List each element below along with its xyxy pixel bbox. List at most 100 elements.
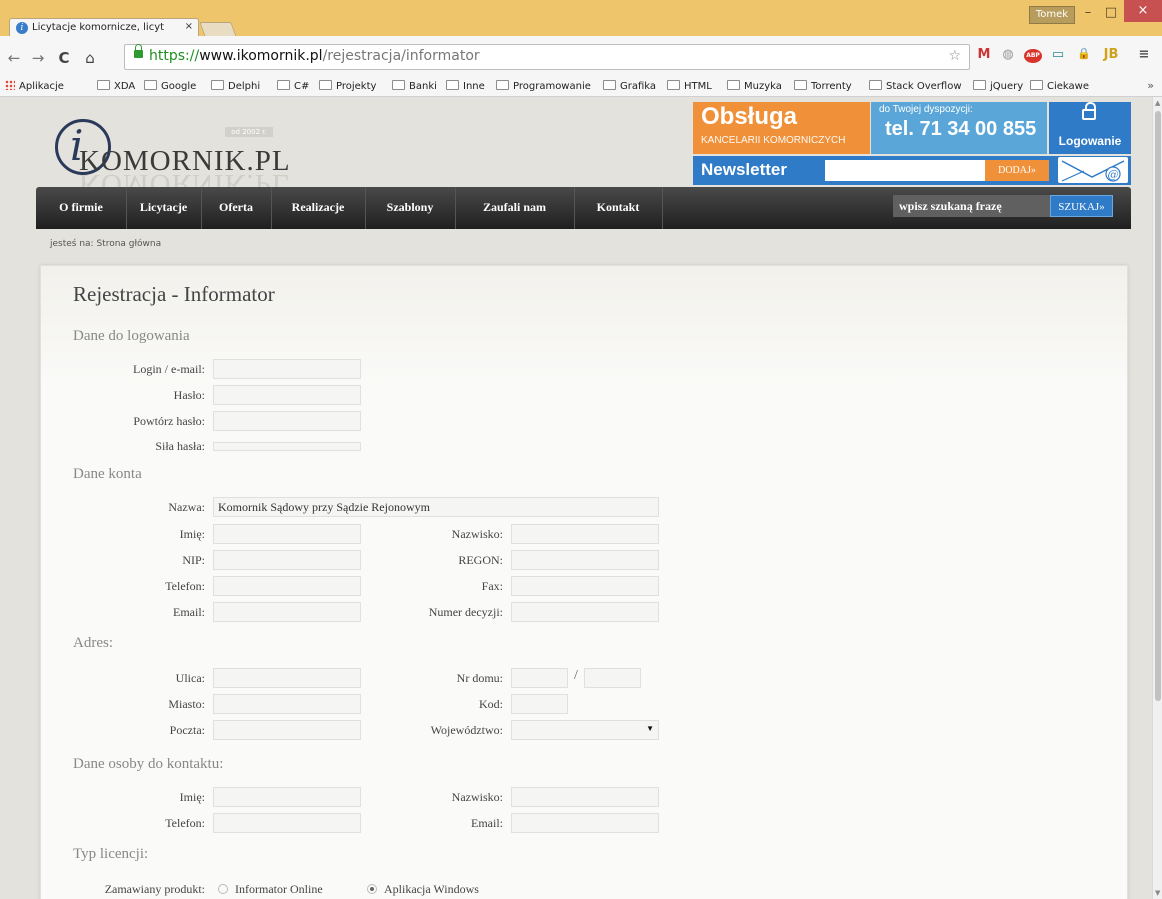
menu-item-licytacje[interactable]: Licytacje (126, 187, 202, 229)
newsletter-email-input[interactable] (825, 160, 985, 181)
menu-item-oferta[interactable]: Oferta (201, 187, 272, 229)
zip-code-input[interactable] (511, 694, 568, 714)
fax-input[interactable] (511, 576, 659, 596)
url-text: https://www.ikomornik.pl/rejestracja/inf… (149, 48, 480, 64)
address-bar[interactable]: https://www.ikomornik.pl/rejestracja/inf… (124, 44, 970, 70)
menu-item-szablony[interactable]: Szablony (365, 187, 456, 229)
search-input[interactable]: wpisz szukaną frazę (893, 195, 1061, 217)
bookmark-banki[interactable]: Banki (392, 80, 437, 92)
forward-icon[interactable]: → (30, 49, 46, 67)
nip-input[interactable] (213, 550, 361, 570)
secure-lock-icon (134, 44, 143, 58)
bookmark-jquery[interactable]: jQuery (973, 80, 1023, 92)
voivodeship-label: Województwo: (430, 723, 503, 737)
regon-input[interactable] (511, 550, 659, 570)
email-input[interactable] (213, 602, 361, 622)
decision-number-input[interactable] (511, 602, 659, 622)
phone-number: tel. 71 34 00 855 (885, 118, 1037, 140)
name-input[interactable]: Komornik Sądowy przy Sądzie Rejonowym (213, 497, 659, 517)
contact-email-input[interactable] (511, 813, 659, 833)
newsletter-add-button[interactable]: DODAJ» (985, 160, 1049, 181)
phone-input[interactable] (213, 576, 361, 596)
menu-item-kontakt[interactable]: Kontakt (574, 187, 663, 229)
section-login-data: Dane do logowania (73, 328, 190, 344)
obsluga-title: Obsługa (701, 103, 798, 130)
reload-icon[interactable]: C (56, 49, 72, 67)
browser-toolbar: ← → C ⌂ https://www.ikomornik.pl/rejestr… (0, 36, 1162, 76)
bookmark-programowanie[interactable]: Programowanie (496, 80, 591, 92)
house-number-input[interactable] (511, 668, 568, 688)
bookmark-muzyka[interactable]: Muzyka (727, 80, 782, 92)
password-repeat-input[interactable] (213, 411, 361, 431)
newsletter-bar: Newsletter DODAJ» @ (693, 156, 1131, 185)
profile-button[interactable]: Tomek (1029, 6, 1075, 24)
obsluga-banner[interactable]: Obsługa KANCELARII KOMORNICZYCH (693, 102, 870, 154)
apartment-number-input[interactable] (584, 668, 641, 688)
login-input[interactable] (213, 359, 361, 379)
scroll-down-icon[interactable]: ▼ (1155, 889, 1160, 897)
screen-extension-icon[interactable]: ▭ (1048, 47, 1068, 62)
product-option-online-label[interactable]: Informator Online (235, 882, 323, 897)
menu-item-zaufali-nam[interactable]: Zaufali nam (455, 187, 575, 229)
extension-icon[interactable]: ◍ (998, 47, 1018, 62)
adblock-extension-icon[interactable]: ABP (1024, 49, 1042, 63)
tab-close-icon[interactable]: × (185, 21, 193, 32)
scroll-up-icon[interactable]: ▲ (1155, 99, 1160, 107)
product-radio-online[interactable] (218, 884, 228, 894)
window-close-button[interactable]: × (1124, 0, 1162, 22)
folder-icon (392, 80, 405, 90)
bookmark-stackoverflow[interactable]: Stack Overflow (869, 80, 962, 92)
product-option-windows-label[interactable]: Aplikacja Windows (384, 882, 479, 897)
password-input[interactable] (213, 385, 361, 405)
city-input[interactable] (213, 694, 361, 714)
contact-first-name-input[interactable] (213, 787, 361, 807)
bookmark-projekty[interactable]: Projekty (319, 80, 376, 92)
house-separator: / (574, 668, 578, 683)
bookmark-torrenty[interactable]: Torrenty (794, 80, 852, 92)
bookmark-html[interactable]: HTML (667, 80, 712, 92)
email-label: Email: (173, 605, 205, 619)
vertical-scrollbar[interactable]: ▲ ▼ (1152, 97, 1162, 899)
nip-label: NIP: (182, 553, 205, 567)
menu-icon[interactable]: ≡ (1134, 47, 1154, 62)
bookmark-apps[interactable]: Aplikacje (5, 80, 64, 92)
jb-extension-icon[interactable]: JB (1101, 47, 1121, 62)
bookmark-xda[interactable]: XDA (97, 80, 135, 92)
bookmark-ciekawe[interactable]: Ciekawe (1030, 80, 1089, 92)
bookmark-csharp[interactable]: C# (277, 80, 309, 92)
contact-last-name-input[interactable] (511, 787, 659, 807)
password-extension-icon[interactable]: 🔒 (1074, 47, 1094, 60)
bookmark-delphi[interactable]: Delphi (211, 80, 260, 92)
registration-panel: Rejestracja - Informator Dane do logowan… (40, 265, 1128, 899)
back-icon[interactable]: ← (6, 49, 22, 67)
voivodeship-select[interactable]: ▼ (511, 720, 659, 740)
browser-tab[interactable]: i Licytacje komornicze, licyt × (9, 18, 199, 38)
new-tab-button[interactable] (199, 22, 237, 37)
bookmarks-bar: Aplikacje XDA Google Delphi C# Projekty … (0, 76, 1162, 97)
gmail-extension-icon[interactable]: M (974, 47, 994, 62)
login-button[interactable]: Logowanie (1049, 102, 1131, 154)
street-input[interactable] (213, 668, 361, 688)
site-logo[interactable]: i KOMORNIK.PL KOMORNIK.PL od 2002 r. (55, 111, 295, 200)
product-radio-windows[interactable] (367, 884, 377, 894)
search-button[interactable]: SZUKAJ» (1050, 195, 1113, 217)
bookmark-google[interactable]: Google (144, 80, 196, 92)
post-office-label: Poczta: (169, 723, 205, 737)
phone-caption: do Twojej dyspozycji: (879, 104, 973, 115)
first-name-input[interactable] (213, 524, 361, 544)
site-favicon: i (16, 22, 28, 34)
bookmark-grafika[interactable]: Grafika (603, 80, 656, 92)
scrollbar-thumb[interactable] (1155, 111, 1161, 701)
home-icon[interactable]: ⌂ (82, 49, 98, 67)
maximize-button[interactable]: □ (1098, 4, 1124, 22)
last-name-input[interactable] (511, 524, 659, 544)
page-title: Rejestracja - Informator (73, 282, 275, 306)
bookmark-inne[interactable]: Inne (446, 80, 485, 92)
browser-window: i Licytacje komornicze, licyt × Tomek – … (0, 0, 1162, 899)
bookmarks-more-icon[interactable]: » (1147, 79, 1154, 92)
menu-item-realizacje[interactable]: Realizacje (271, 187, 366, 229)
contact-phone-input[interactable] (213, 813, 361, 833)
bookmark-star-icon[interactable]: ☆ (948, 48, 961, 64)
post-office-input[interactable] (213, 720, 361, 740)
menu-item-o-firmie[interactable]: O firmie (36, 187, 127, 229)
